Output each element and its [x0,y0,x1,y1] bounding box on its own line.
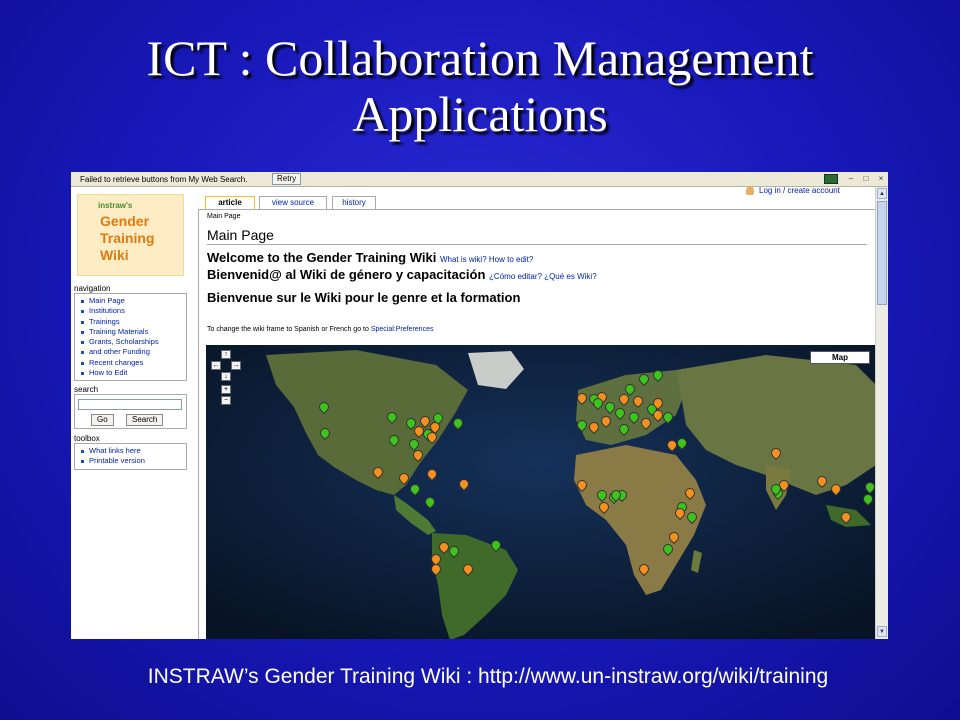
article-content: Main Page Main Page Welcome to the Gende… [198,209,876,639]
tab-article[interactable]: article [205,196,255,210]
nav-item-training-materials[interactable]: Training Materials [79,327,186,337]
retry-button[interactable]: Retry [272,173,302,185]
wiki-screenshot: Failed to retrieve buttons from My Web S… [71,172,888,639]
welcome-spanish: Bienvenid@ al Wiki de género y capacitac… [207,267,597,282]
logo-line1: Gender [100,213,150,229]
minimize-icon[interactable]: – [845,173,857,184]
map-type-button[interactable]: Map [810,351,870,364]
nav-item-main-page[interactable]: Main Page [79,296,186,306]
scroll-up-icon[interactable]: ▲ [877,188,887,199]
heading-divider [207,244,867,245]
toolbar-message: Failed to retrieve buttons from My Web S… [80,175,248,184]
slide-title: ICT : Collaboration Management Applicati… [0,30,960,142]
pan-left-icon[interactable]: ← [211,361,221,370]
vertical-scrollbar[interactable]: ▲ ▼ [875,187,888,639]
welcome-english-text: Welcome to the Gender Training Wiki [207,250,437,265]
toolbox-what-links-here[interactable]: What links here [79,446,186,456]
logo-line2: Training [100,230,155,246]
welcome-spanish-links[interactable]: ¿Cómo editar? ¿Qué es Wiki? [489,272,597,281]
toolbox-title: toolbox [74,434,100,443]
scrollbar-thumb[interactable] [877,201,887,305]
search-button[interactable]: Search [126,414,164,426]
slide-caption: INSTRAW’s Gender Training Wiki : http://… [147,665,829,688]
language-note-text: To change the wiki frame to Spanish or F… [207,326,371,333]
pan-down-icon[interactable]: ↓ [221,372,231,381]
search-portlet: Go Search [74,394,187,429]
zoom-out-icon[interactable]: − [221,396,231,405]
nav-item-institutions[interactable]: Institutions [79,306,186,316]
zoom-in-icon[interactable]: + [221,385,231,394]
tab-history[interactable]: history [332,196,376,209]
breadcrumb: Main Page [207,213,241,220]
navigation-title: navigation [74,284,111,293]
logo-line3: Wiki [100,247,129,263]
navigation-portlet: Main Page Institutions Trainings Trainin… [74,293,187,381]
preferences-link[interactable]: Special:Preferences [371,326,434,333]
user-icon [746,186,754,195]
nav-item-recent-changes[interactable]: Recent changes [79,358,186,368]
welcome-french: Bienvenue sur le Wiki pour le genre et l… [207,290,521,305]
welcome-english: Welcome to the Gender Training Wiki What… [207,250,533,265]
search-input[interactable] [78,399,182,410]
tab-view-source[interactable]: view source [259,196,327,209]
maximize-icon[interactable]: □ [860,173,872,184]
pan-up-icon[interactable]: ↑ [221,350,231,359]
login-link[interactable]: Log in / create account [759,186,840,195]
browser-icon [824,174,838,184]
close-icon[interactable]: × [875,173,887,184]
slide-title-line1: ICT : Collaboration Management [146,30,814,86]
go-button[interactable]: Go [91,414,114,426]
scroll-down-icon[interactable]: ▼ [877,626,887,637]
slide-title-line2: Applications [352,86,608,142]
toolbox-printable-version[interactable]: Printable version [79,456,186,466]
nav-item-grants-cont[interactable]: and other Funding [79,347,186,357]
language-note: To change the wiki frame to Spanish or F… [207,326,433,333]
pan-right-icon[interactable]: → [231,361,241,370]
welcome-english-links[interactable]: What is wiki? How to edit? [440,255,533,264]
logo-text: Gender Training Wiki [100,213,154,264]
world-map[interactable]: ↑ ← → ↓ + − Map [206,345,876,639]
logo-small-text: instraw's [98,201,133,210]
browser-info-bar: Failed to retrieve buttons from My Web S… [71,172,888,187]
welcome-spanish-text: Bienvenid@ al Wiki de género y capacitac… [207,267,486,282]
toolbox-portlet: What links here Printable version [74,443,187,470]
nav-item-trainings[interactable]: Trainings [79,317,186,327]
nav-item-grants[interactable]: Grants, Scholarships [79,337,186,347]
nav-item-how-to-edit[interactable]: How to Edit [79,368,186,378]
site-logo[interactable]: instraw's Gender Training Wiki [77,194,184,276]
page-title: Main Page [207,227,274,243]
search-title: search [74,385,99,394]
